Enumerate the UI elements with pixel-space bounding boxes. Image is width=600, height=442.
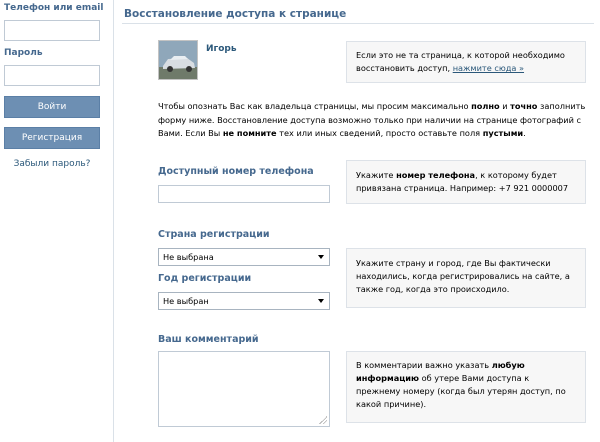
page-title: Восстановление доступа к странице [122,4,594,24]
intro-bold: полно [471,101,500,111]
main-content: Восстановление доступа к странице Игорь … [114,0,600,442]
password-label: Пароль [4,48,43,58]
country-select[interactable]: Не выбрана [158,248,330,266]
phone-input[interactable] [158,185,330,203]
sidebar: Телефон или email Пароль Войти Регистрац… [0,0,114,442]
year-label: Год регистрации [158,273,252,284]
country-select-value: Не выбрана [163,252,214,262]
intro-part: тех или иных сведений, просто оставьте п… [276,128,483,138]
country-label: Страна регистрации [158,229,270,240]
comment-textarea[interactable] [158,351,330,427]
year-select[interactable]: Не выбран [158,292,330,310]
intro-bold: не помните [222,128,277,138]
dropdown-arrow-icon [318,299,324,303]
phone-hint-part: Укажите [356,170,397,180]
location-hint: Укажите страну и город, где Вы фактическ… [346,248,586,308]
intro-part: и [499,101,511,111]
forgot-password-link[interactable]: Забыли пароль? [0,159,104,169]
intro-text: Чтобы опознать Вас как владельца страниц… [158,100,588,141]
intro-bold: точно [510,101,538,111]
avatar[interactable] [158,40,198,80]
login-label: Телефон или email [4,3,104,13]
register-button[interactable]: Регистрация [4,127,100,149]
phone-hint: Укажите номер телефона, к которому будет… [346,160,586,204]
intro-part: Чтобы опознать Вас как владельца страниц… [158,101,472,111]
phone-label: Доступный номер телефона [158,166,314,177]
password-input[interactable] [4,65,100,86]
comment-hint: В комментарии важно указать любую информ… [346,351,586,423]
login-input[interactable] [4,20,100,41]
resize-grip-icon[interactable] [319,416,327,424]
wrong-page-hint: Если это не та страница, к которой необх… [346,41,586,83]
login-button[interactable]: Войти [4,96,100,118]
phone-hint-bold: номер телефона [396,170,476,180]
year-select-value: Не выбран [163,296,209,306]
click-here-link[interactable]: нажмите сюда » [453,63,524,73]
comment-hint-part: В комментарии важно указать [356,360,492,370]
user-name[interactable]: Игорь [206,44,237,54]
comment-label: Ваш комментарий [158,334,259,345]
intro-bold: пустыми [482,128,524,138]
car-photo-icon [159,41,197,79]
dropdown-arrow-icon [318,255,324,259]
intro-part: . [523,128,526,138]
